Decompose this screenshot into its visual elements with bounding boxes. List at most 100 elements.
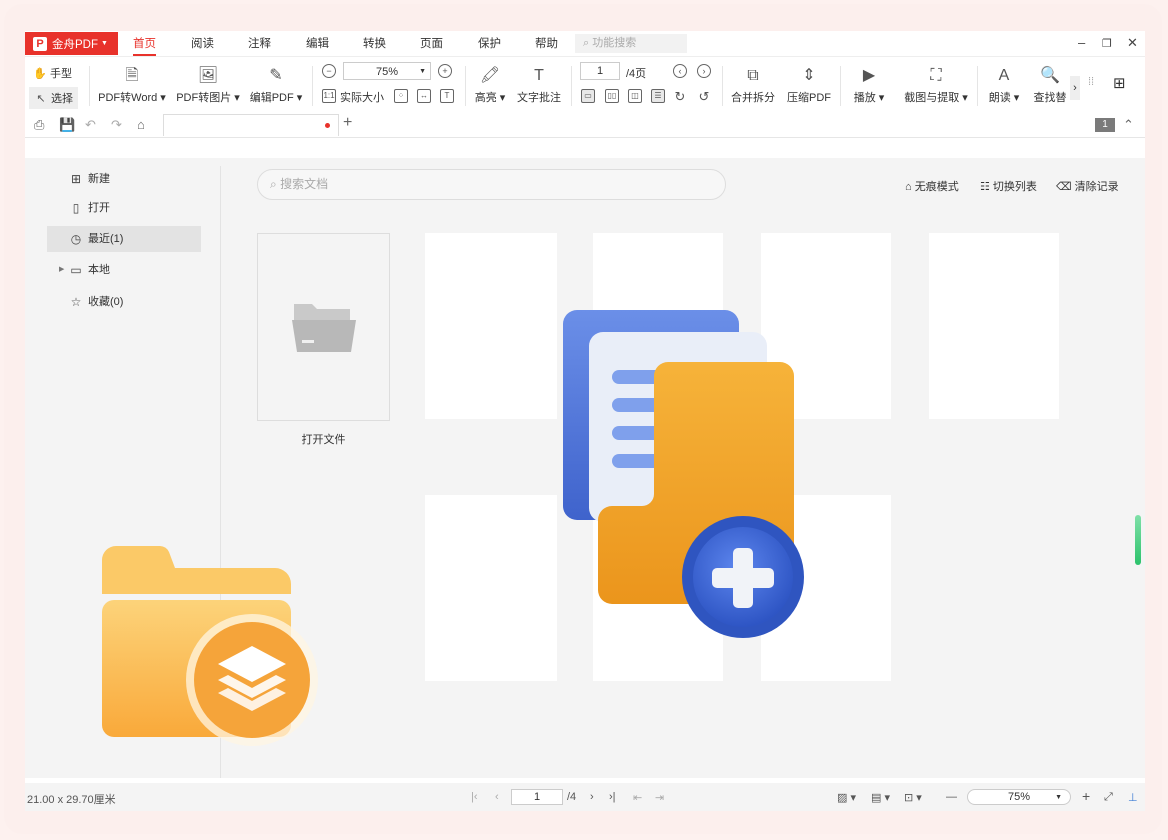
page-number-input[interactable]: 1 xyxy=(580,62,620,80)
read-aloud-label: 朗读 xyxy=(988,92,1011,104)
actual-size-label[interactable]: 实际大小 xyxy=(340,89,384,105)
recent-file-thumbnail[interactable] xyxy=(761,495,891,681)
sidebar-item-recent[interactable]: ◷ 最近(1) xyxy=(47,226,201,252)
zoom-select[interactable]: 75% ▼ xyxy=(343,62,431,80)
zoom-out-icon[interactable]: − xyxy=(322,64,336,78)
last-page-icon[interactable]: ›| xyxy=(609,791,616,803)
edit-icon: ✎ xyxy=(269,67,283,84)
incognito-mode-button[interactable]: ⌂ 无痕模式 xyxy=(905,178,959,194)
close-icon[interactable]: ✕ xyxy=(1127,35,1138,51)
apps-grid-icon[interactable]: ⊞ xyxy=(1113,74,1126,92)
scroll-indicator[interactable] xyxy=(1135,515,1141,565)
forward-view-icon[interactable]: ⇥ xyxy=(655,791,664,804)
minimize-icon[interactable]: – xyxy=(1078,35,1085,50)
page-mode-icon[interactable]: ▤ ▾ xyxy=(871,791,890,804)
hand-tool-button[interactable]: ✋ 手型 xyxy=(33,65,72,81)
function-search-input[interactable]: ⌕ 功能搜索 xyxy=(575,34,687,53)
read-aloud-button[interactable]: A 朗读 ▾ xyxy=(983,66,1025,105)
text-tool-icon: T xyxy=(534,67,544,84)
fullscreen-icon[interactable]: ⤢ xyxy=(1104,791,1113,804)
back-view-icon[interactable]: ⇤ xyxy=(633,791,642,804)
find-replace-button[interactable]: 🔍 查找替 xyxy=(1031,66,1069,105)
search-documents-input[interactable]: ⌕ 搜索文档 xyxy=(257,169,726,200)
menu-help[interactable]: 帮助 xyxy=(535,31,558,56)
menu-convert[interactable]: 转换 xyxy=(363,31,386,56)
merge-split-button[interactable]: ⧉ 合并拆分 xyxy=(729,66,777,105)
continuous-scroll-icon[interactable]: ☰ xyxy=(651,89,665,103)
menu-home[interactable]: 首页 xyxy=(133,31,156,56)
text-note-button[interactable]: T 文字批注 xyxy=(515,66,563,105)
zoom-in-icon[interactable]: + xyxy=(438,64,452,78)
status-page-total: /4 xyxy=(567,791,577,803)
scale-mode-icon[interactable]: ⊡ ▾ xyxy=(904,791,922,804)
sidebar-item-local[interactable]: ▶ ▭ 本地 xyxy=(47,257,201,283)
restore-icon[interactable]: ❐ xyxy=(1102,37,1112,50)
new-tab-icon[interactable]: + xyxy=(343,114,352,132)
page-size-label: 21.00 x 29.70厘米 xyxy=(27,794,116,806)
recent-file-thumbnail[interactable] xyxy=(425,233,557,419)
text-select-icon[interactable]: T xyxy=(440,89,454,103)
fit-width-icon[interactable]: ↔ xyxy=(417,89,431,103)
document-tab[interactable] xyxy=(163,114,339,136)
list-icon: ☷ xyxy=(980,181,993,193)
actual-size-icon[interactable]: 1:1 xyxy=(322,89,336,103)
rotate-left-icon[interactable]: ↺ xyxy=(697,89,711,103)
chevron-down-icon: ▼ xyxy=(1055,794,1062,801)
search-icon: ⌕ xyxy=(583,37,593,49)
double-page-icon[interactable]: ▯▯ xyxy=(605,89,619,103)
chevron-up-icon[interactable]: ⌃ xyxy=(1123,117,1134,133)
recent-file-thumbnail[interactable] xyxy=(761,233,891,419)
highlight-button[interactable]: 🖍 高亮 ▾ xyxy=(473,66,507,105)
clear-records-button[interactable]: ⌫ 清除记录 xyxy=(1056,178,1119,194)
background-color-icon[interactable]: ▨ ▾ xyxy=(837,791,856,804)
menu-read[interactable]: 阅读 xyxy=(191,31,214,56)
sidebar-item-favorites[interactable]: ☆ 收藏(0) xyxy=(47,289,201,315)
zoom-in-icon[interactable]: + xyxy=(1082,788,1090,804)
menu-page[interactable]: 页面 xyxy=(420,31,443,56)
toolbar-scroll-right-icon[interactable]: › xyxy=(1070,76,1080,100)
highlighter-icon: 🖍 xyxy=(479,67,501,84)
recent-file-thumbnail[interactable] xyxy=(593,233,723,419)
recent-file-thumbnail[interactable] xyxy=(593,495,723,681)
pdf-to-image-button[interactable]: 🖼 PDF转图片 ▾ xyxy=(176,66,240,105)
print-icon[interactable]: ⎙ xyxy=(34,117,44,133)
screenshot-extract-button[interactable]: ⛶ 截图与提取 ▾ xyxy=(901,66,971,105)
zoom-out-icon[interactable]: — xyxy=(946,791,957,803)
recent-file-thumbnail[interactable] xyxy=(929,233,1059,419)
home-icon[interactable]: ⌂ xyxy=(137,117,145,132)
book-view-icon[interactable]: ◫ xyxy=(628,89,642,103)
play-button[interactable]: ▶ 播放 ▾ xyxy=(850,66,888,105)
fit-page-icon[interactable]: ⁘ xyxy=(394,89,408,103)
drag-handle-icon[interactable]: ⁞⁞ xyxy=(1088,76,1094,88)
open-file-card[interactable] xyxy=(257,233,390,421)
save-icon[interactable]: 💾 xyxy=(59,117,75,133)
brand-menu-button[interactable]: P 金舟PDF ▼ xyxy=(25,32,118,55)
recent-file-thumbnail[interactable] xyxy=(425,495,557,681)
play-icon: ▶ xyxy=(862,67,876,84)
next-page-icon[interactable]: › xyxy=(697,64,711,78)
menu-annotate[interactable]: 注释 xyxy=(248,31,271,56)
sidebar-item-new[interactable]: ⊞ 新建 xyxy=(47,166,201,192)
prev-page-icon[interactable]: ‹ xyxy=(495,791,499,803)
sidebar-item-open[interactable]: ▯ 打开 xyxy=(47,195,201,221)
rotate-right-icon[interactable]: ↻ xyxy=(673,89,687,103)
status-page-input[interactable]: 1 xyxy=(511,789,563,805)
undo-icon[interactable]: ↶ xyxy=(85,117,96,133)
single-page-icon[interactable]: ▭ xyxy=(581,89,595,103)
first-page-icon[interactable]: |‹ xyxy=(471,791,478,803)
edit-pdf-button[interactable]: ✎ 编辑PDF ▾ xyxy=(248,66,304,105)
redo-icon[interactable]: ↷ xyxy=(111,117,122,133)
menu-protect[interactable]: 保护 xyxy=(478,31,501,56)
next-page-icon[interactable]: › xyxy=(590,791,594,803)
pdf-to-word-button[interactable]: 🗎 PDF转Word ▾ xyxy=(97,66,167,105)
prev-page-icon[interactable]: ‹ xyxy=(673,64,687,78)
status-zoom-select[interactable]: 75% ▼ xyxy=(967,789,1071,805)
menu-edit[interactable]: 编辑 xyxy=(306,31,329,56)
select-tool-button[interactable]: ↖ 选择 xyxy=(29,87,78,109)
pin-icon[interactable]: ⊥ xyxy=(1128,791,1138,804)
sidebar-item-label: 新建 xyxy=(88,173,110,185)
highlight-label: 高亮 xyxy=(474,92,497,104)
switch-list-button[interactable]: ☷ 切换列表 xyxy=(980,178,1037,194)
compress-pdf-button[interactable]: ⇕ 压缩PDF xyxy=(785,66,833,105)
divider xyxy=(89,66,90,106)
